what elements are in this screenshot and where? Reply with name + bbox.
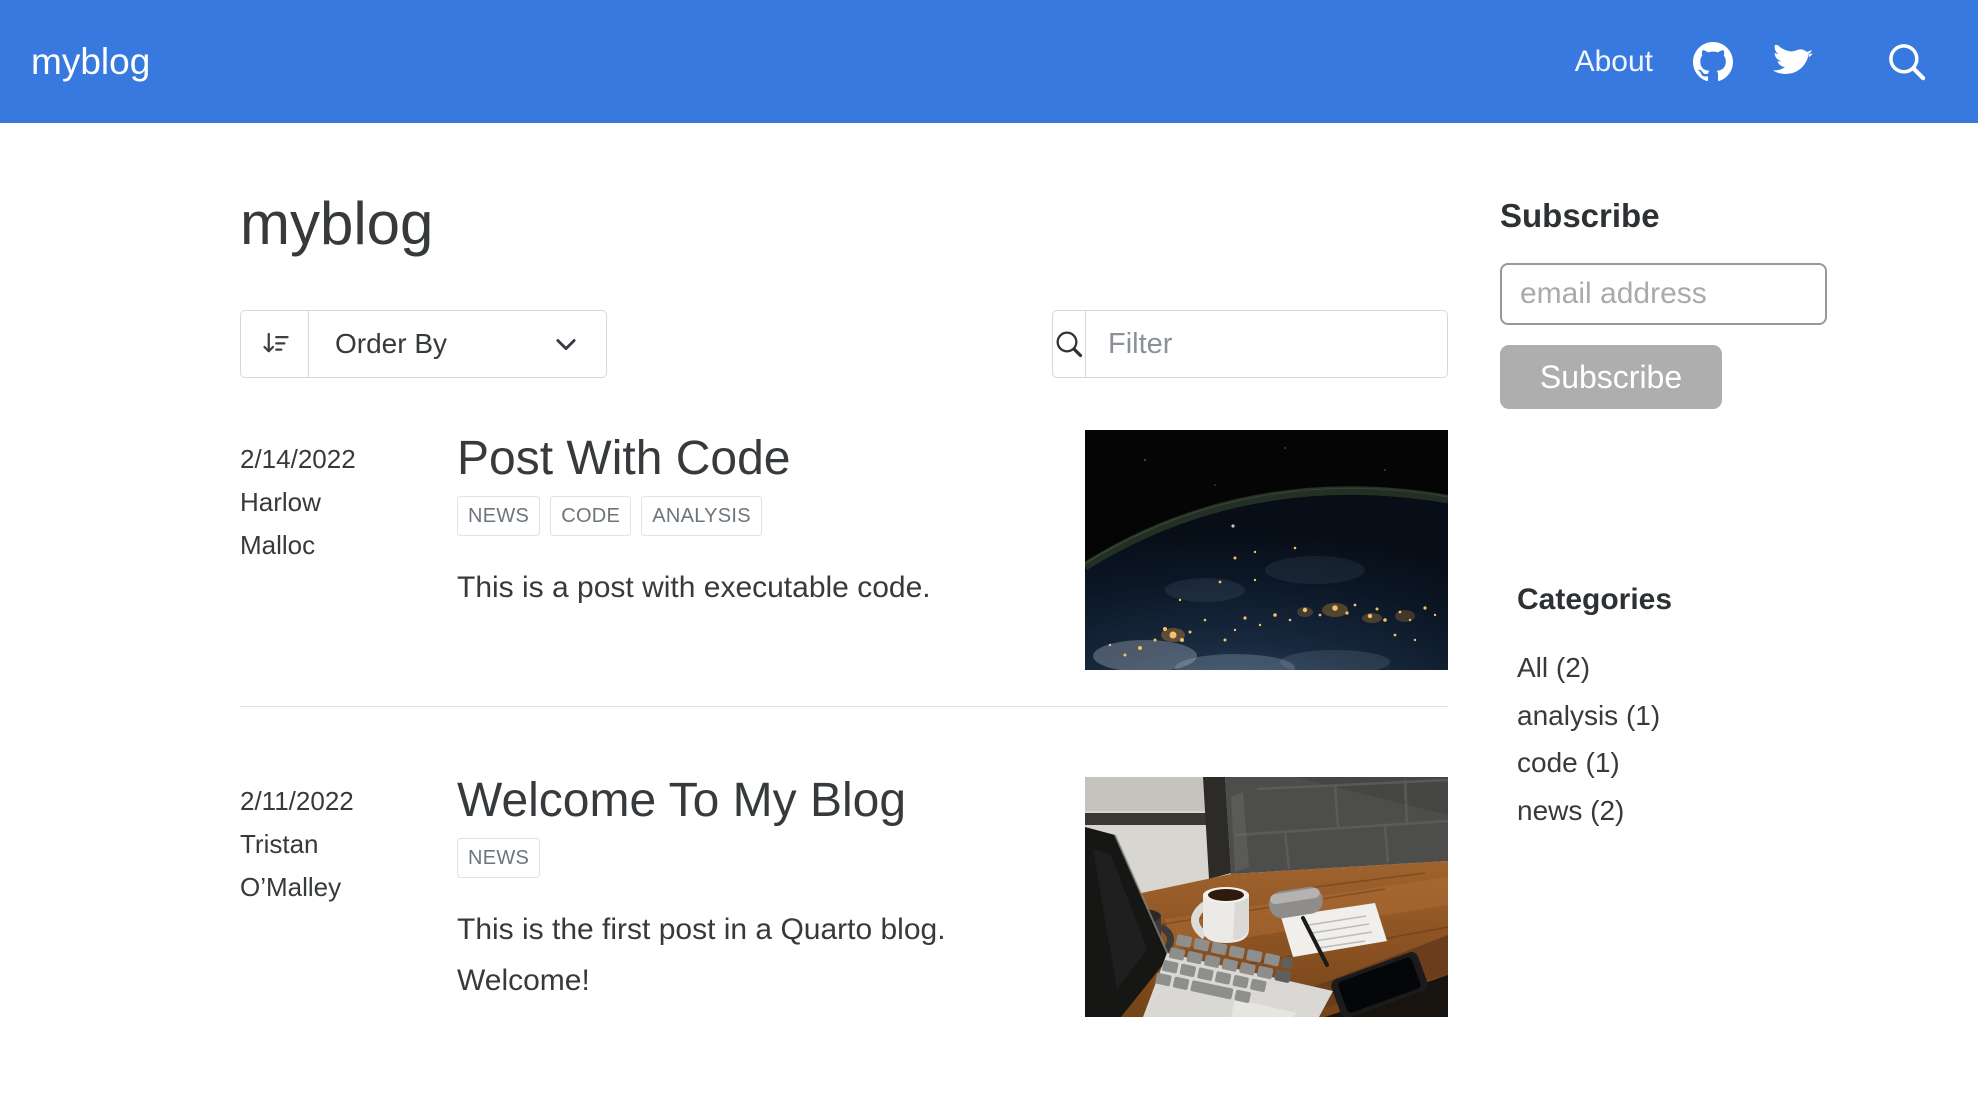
filter-input[interactable] bbox=[1086, 311, 1495, 377]
post-body: Post With Code NEWS CODE ANALYSIS This i… bbox=[457, 430, 1085, 670]
category-link-code[interactable]: code (1) bbox=[1517, 739, 1840, 787]
sidebar: Subscribe Subscribe Categories All (2) a… bbox=[1500, 197, 1840, 834]
email-field[interactable] bbox=[1500, 263, 1827, 325]
post-divider bbox=[240, 706, 1448, 707]
post-description: This is a post with executable code. bbox=[457, 571, 931, 604]
category-link-all[interactable]: All (2) bbox=[1517, 644, 1840, 692]
post-listing-item: 2/11/2022 Tristan O’Malley Welcome To My… bbox=[240, 772, 1448, 1017]
post-date: 2/14/2022 bbox=[240, 444, 356, 474]
twitter-icon[interactable] bbox=[1773, 45, 1813, 78]
post-title[interactable]: Post With Code bbox=[457, 430, 1085, 488]
coffee-mug bbox=[1191, 887, 1249, 943]
order-by-label: Order By bbox=[335, 328, 448, 359]
post-title[interactable]: Welcome To My Blog bbox=[457, 772, 1085, 830]
search-icon[interactable] bbox=[1886, 41, 1928, 83]
post-description: This is the first post in a Quarto blog.… bbox=[457, 913, 946, 997]
listing-main: myblog Order By Filter 2/14/2022 Harlow … bbox=[240, 123, 1495, 1017]
category-pill[interactable]: NEWS bbox=[457, 838, 541, 878]
post-thumbnail-desk[interactable] bbox=[1085, 777, 1448, 1017]
post-author: Harlow Malloc bbox=[240, 487, 321, 560]
subscribe-button[interactable]: Subscribe bbox=[1500, 345, 1722, 409]
category-link-news[interactable]: news (2) bbox=[1517, 787, 1840, 835]
post-thumbnail-earth-night[interactable] bbox=[1085, 430, 1448, 670]
navbar-brand[interactable]: myblog bbox=[31, 41, 150, 83]
search-icon bbox=[1053, 311, 1086, 377]
listing-controls: Order By bbox=[240, 310, 1495, 378]
post-meta: 2/11/2022 Tristan O’Malley bbox=[240, 772, 457, 1017]
github-icon[interactable] bbox=[1693, 41, 1733, 82]
category-pill[interactable]: ANALYSIS bbox=[641, 496, 762, 536]
sort-down-icon bbox=[241, 311, 309, 377]
post-date: 2/11/2022 bbox=[240, 786, 354, 816]
post-body: Welcome To My Blog NEWS This is the firs… bbox=[457, 772, 1085, 1017]
post-meta: 2/14/2022 Harlow Malloc bbox=[240, 430, 457, 670]
navbar: myblog About bbox=[0, 0, 1978, 123]
categories-section: Categories All (2) analysis (1) code (1)… bbox=[1500, 582, 1840, 834]
categories-list: All (2) analysis (1) code (1) news (2) bbox=[1517, 644, 1840, 834]
navbar-right: About bbox=[1575, 41, 1928, 83]
nav-link-about[interactable]: About bbox=[1575, 45, 1653, 79]
subscribe-heading: Subscribe bbox=[1500, 197, 1660, 234]
category-pill[interactable]: NEWS bbox=[457, 496, 541, 536]
category-pill[interactable]: CODE bbox=[550, 496, 632, 536]
category-link-analysis[interactable]: analysis (1) bbox=[1517, 692, 1840, 740]
order-by-dropdown[interactable]: Order By bbox=[240, 310, 607, 378]
post-listing-item: 2/14/2022 Harlow Malloc Post With Code N… bbox=[240, 430, 1448, 670]
post-categories: NEWS bbox=[457, 838, 1085, 878]
categories-heading: Categories bbox=[1517, 583, 1673, 616]
post-categories: NEWS CODE ANALYSIS bbox=[457, 496, 1085, 536]
post-author: Tristan O’Malley bbox=[240, 829, 342, 902]
chevron-down-icon bbox=[552, 311, 580, 377]
page-title: myblog bbox=[240, 190, 434, 257]
filter-group bbox=[1052, 310, 1495, 378]
